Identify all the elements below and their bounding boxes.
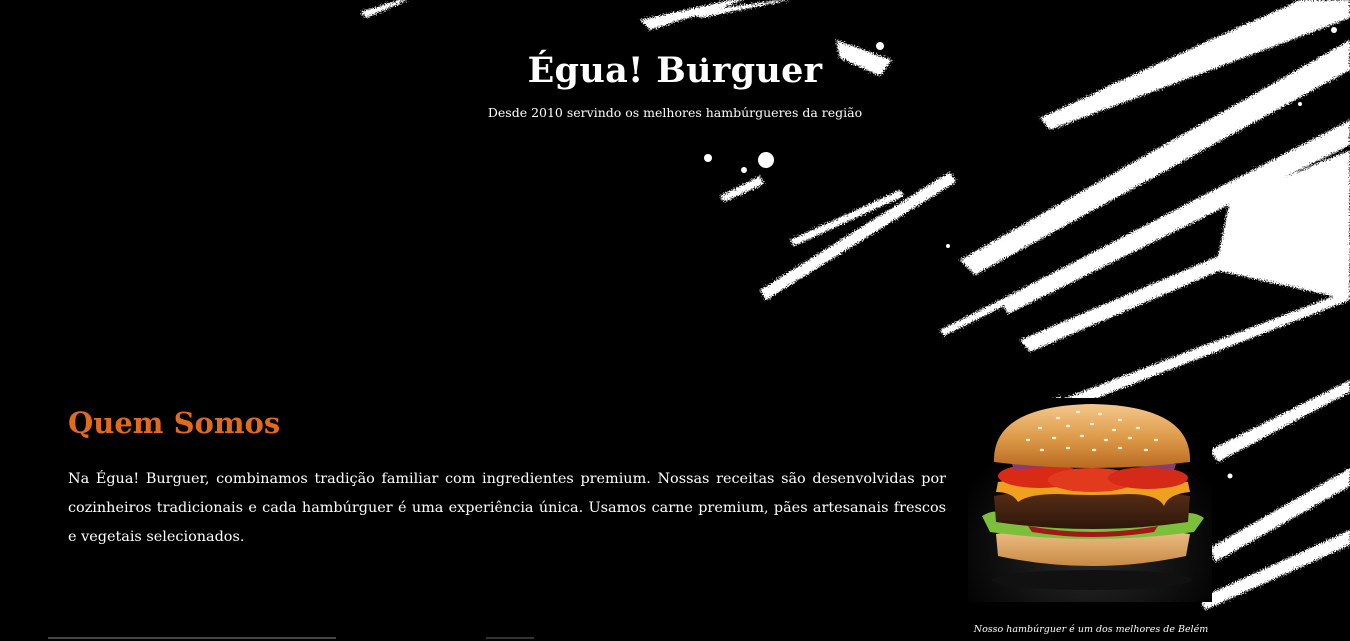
burger-illustration — [968, 398, 1212, 602]
page: Égua! Burguer Desde 2010 servindo os mel… — [0, 0, 1350, 641]
about-heading: Quem Somos — [68, 406, 281, 440]
about-text: Na Égua! Burguer, combinamos tradição fa… — [68, 471, 946, 545]
burger-caption: Nosso hambúrguer é um dos melhores de Be… — [973, 624, 1209, 635]
burger-image — [968, 398, 1212, 602]
divider — [48, 637, 336, 639]
site-tagline: Desde 2010 servindo os melhores hambúrgu… — [487, 105, 863, 120]
site-title: Égua! Burguer — [527, 50, 823, 91]
divider — [486, 637, 534, 639]
